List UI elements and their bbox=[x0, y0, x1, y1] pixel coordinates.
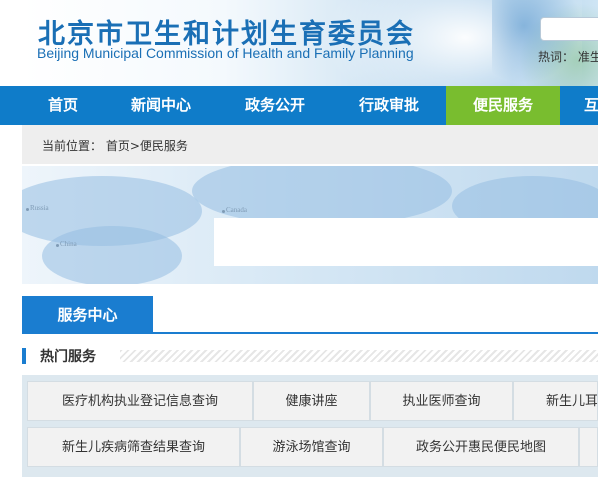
nav-item-government-affairs[interactable]: 政务公开 bbox=[232, 86, 318, 125]
nav-item-public-services[interactable]: 便民服务 bbox=[446, 86, 560, 125]
service-health-lectures[interactable]: 健康讲座 bbox=[253, 381, 370, 421]
service-swimming-venue-query[interactable]: 游泳场馆查询 bbox=[240, 427, 383, 467]
breadcrumb-bar: 当前位置： 首页>便民服务 bbox=[22, 125, 598, 164]
map-label-china: China bbox=[60, 240, 77, 248]
hot-words-label: 热词： 准生 bbox=[538, 50, 598, 64]
service-newborn-screening-query[interactable]: 新生儿疾病筛查结果查询 bbox=[27, 427, 240, 467]
breadcrumb[interactable]: 当前位置： 首页>便民服务 bbox=[42, 137, 188, 154]
site-subtitle: Beijing Municipal Commission of Health a… bbox=[37, 45, 414, 61]
nav-item-interaction[interactable]: 互 bbox=[576, 86, 598, 125]
section-marker bbox=[22, 348, 26, 364]
tab-bar: 服务中心 bbox=[22, 296, 598, 334]
map-label-canada: Canada bbox=[226, 206, 247, 214]
service-item[interactable] bbox=[579, 427, 598, 467]
main-nav: 首页 新闻中心 政务公开 行政审批 便民服务 互 bbox=[0, 86, 598, 125]
service-physician-query[interactable]: 执业医师查询 bbox=[370, 381, 513, 421]
map-dot bbox=[222, 210, 225, 213]
service-grid: 医疗机构执业登记信息查询 健康讲座 执业医师查询 新生儿耳 新生儿疾病筛查结果查… bbox=[22, 375, 598, 477]
search-input[interactable] bbox=[540, 17, 598, 41]
map-landmass bbox=[192, 166, 452, 226]
nav-item-home[interactable]: 首页 bbox=[26, 86, 100, 125]
section-divider bbox=[120, 350, 598, 362]
banner-content-box bbox=[214, 218, 598, 266]
service-newborn-hearing[interactable]: 新生儿耳 bbox=[513, 381, 598, 421]
tab-service-center[interactable]: 服务中心 bbox=[22, 296, 153, 334]
map-dot bbox=[56, 244, 59, 247]
map-label-russia: Russia bbox=[30, 204, 49, 212]
service-public-service-map[interactable]: 政务公开惠民便民地图 bbox=[383, 427, 579, 467]
section-header: 热门服务 bbox=[22, 346, 598, 366]
map-dot bbox=[26, 208, 29, 211]
section-title: 热门服务 bbox=[40, 349, 96, 365]
nav-item-administrative-approval[interactable]: 行政审批 bbox=[346, 86, 432, 125]
header-decoration bbox=[492, 0, 598, 86]
service-medical-institution-query[interactable]: 医疗机构执业登记信息查询 bbox=[27, 381, 253, 421]
nav-item-news[interactable]: 新闻中心 bbox=[118, 86, 204, 125]
map-landmass bbox=[42, 226, 182, 284]
banner-map: Russia China Canada bbox=[22, 166, 598, 284]
site-header: 北京市卫生和计划生育委员会 Beijing Municipal Commissi… bbox=[22, 0, 598, 86]
